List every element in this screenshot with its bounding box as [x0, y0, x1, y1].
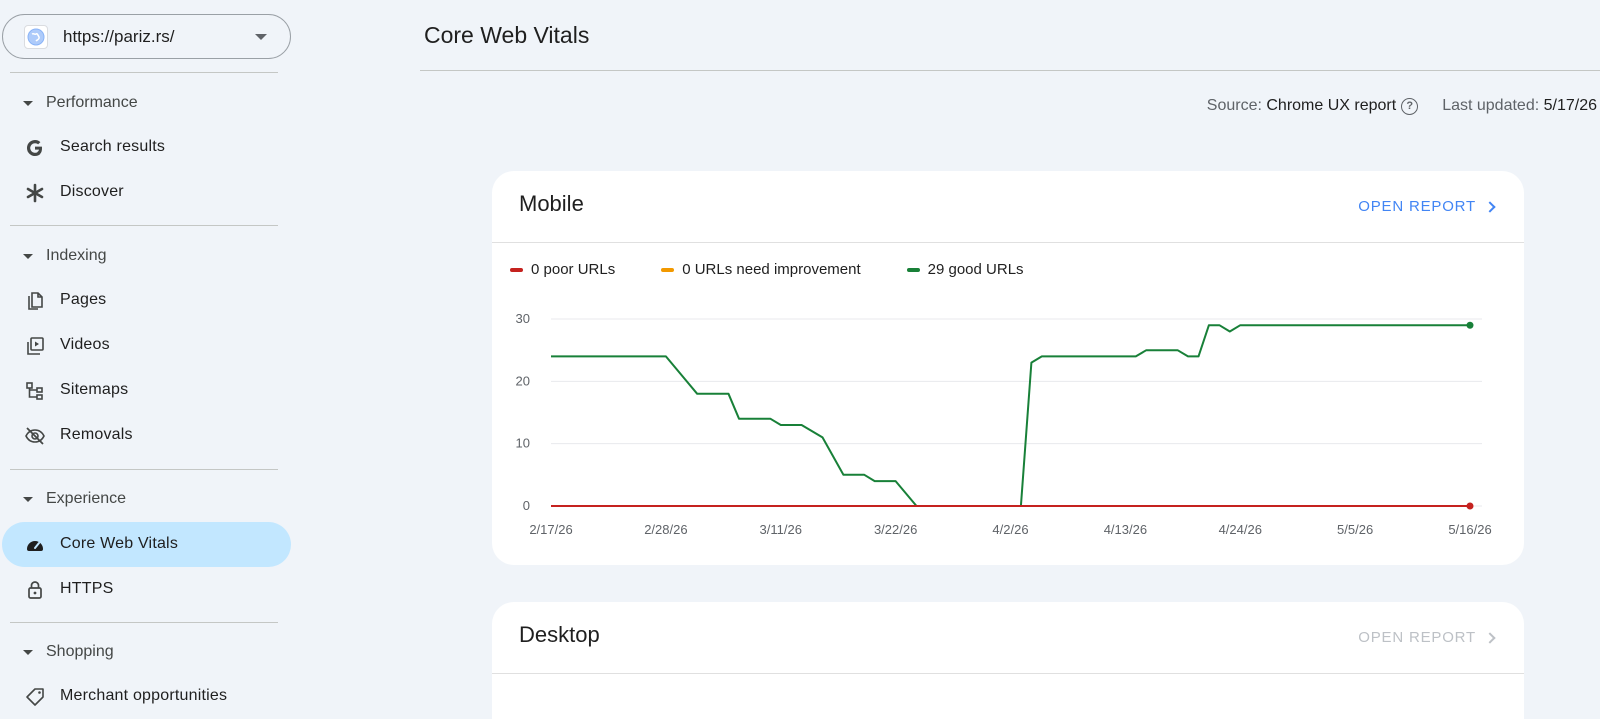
caret-down-icon: [23, 649, 33, 655]
sidebar-item-label: HTTPS: [60, 580, 114, 597]
divider: [10, 622, 278, 623]
section-experience[interactable]: Experience: [23, 487, 126, 511]
sidebar-item-label: Pages: [60, 291, 107, 308]
pages-icon: [23, 289, 47, 313]
legend-label: 0 poor URLs: [531, 261, 616, 278]
speedometer-icon: [23, 533, 47, 557]
sidebar-item-label: Sitemaps: [60, 381, 129, 398]
x-tick-label: 3/22/26: [874, 522, 917, 537]
sidebar-item-https[interactable]: HTTPS: [2, 567, 291, 612]
x-tick-label: 5/5/26: [1337, 522, 1373, 537]
divider: [492, 673, 1524, 674]
globe-icon: [24, 25, 48, 49]
section-label: Indexing: [46, 247, 107, 264]
card-title: Mobile: [519, 191, 584, 216]
caret-down-icon: [23, 496, 33, 502]
eye-off-icon: [23, 424, 47, 448]
series-end-point: [1466, 321, 1474, 329]
x-tick-label: 5/16/26: [1448, 522, 1491, 537]
chevron-down-icon: [255, 34, 267, 40]
open-report-button[interactable]: OPEN REPORT: [1358, 198, 1496, 215]
series-line: [551, 324, 1470, 507]
x-tick-label: 2/28/26: [644, 522, 687, 537]
core-web-vitals-chart[interactable]: 0 10 20 30 2/17/26 2/28/26 3/11/26 3/22/26 4/2/2…: [492, 301, 1524, 565]
chevron-right-icon: [1484, 631, 1496, 644]
property-selector[interactable]: https://pariz.rs/: [2, 14, 291, 59]
open-report-label: OPEN REPORT: [1358, 198, 1476, 215]
tag-icon: [23, 685, 47, 709]
section-shopping[interactable]: Shopping: [23, 640, 114, 664]
x-tick-label: 4/13/26: [1104, 522, 1147, 537]
legend-item-needs-improvement[interactable]: 0 URLs need improvement: [661, 261, 861, 278]
open-report-button: OPEN REPORT: [1358, 629, 1496, 646]
sidebar-item-discover[interactable]: Discover: [2, 170, 291, 215]
source-value: Chrome UX report: [1266, 97, 1397, 114]
sidebar-item-removals[interactable]: Removals: [2, 413, 291, 458]
updated-label: Last updated:: [1442, 97, 1540, 114]
divider: [10, 469, 278, 470]
sidebar-item-label: Discover: [60, 183, 124, 200]
sidebar-item-merchant-opportunities[interactable]: Merchant opportunities: [2, 674, 291, 719]
y-tick-label: 0: [523, 498, 530, 513]
x-tick-label: 4/24/26: [1219, 522, 1262, 537]
videos-icon: [23, 334, 47, 358]
x-tick-label: 4/2/26: [992, 522, 1028, 537]
desktop-card: Desktop OPEN REPORT: [492, 602, 1524, 719]
section-label: Shopping: [46, 643, 114, 660]
asterisk-icon: [23, 181, 47, 205]
lock-icon: [23, 578, 47, 602]
sidebar-item-videos[interactable]: Videos: [2, 323, 291, 368]
card-title: Desktop: [519, 622, 600, 647]
caret-down-icon: [23, 100, 33, 106]
x-tick-label: 3/11/26: [760, 522, 802, 537]
divider: [420, 70, 1600, 71]
sidebar-item-sitemaps[interactable]: Sitemaps: [2, 368, 291, 413]
caret-down-icon: [23, 253, 33, 259]
y-tick-label: 30: [516, 311, 530, 326]
x-tick-label: 2/17/26: [529, 522, 572, 537]
legend-swatch: [510, 267, 523, 272]
mobile-card: Mobile OPEN REPORT 0 poor URLs 0 URLs ne…: [492, 171, 1524, 565]
legend-swatch: [906, 267, 920, 272]
legend-item-good[interactable]: 29 good URLs: [906, 261, 1024, 278]
legend-swatch: [661, 267, 675, 272]
sidebar-item-label: Videos: [60, 336, 110, 353]
divider: [10, 72, 278, 73]
section-performance[interactable]: Performance: [23, 91, 138, 115]
section-indexing[interactable]: Indexing: [23, 244, 107, 268]
y-tick-label: 20: [516, 373, 530, 388]
sidebar-item-pages[interactable]: Pages: [2, 278, 291, 323]
google-g-icon: [23, 136, 47, 160]
series-end-point: [1466, 502, 1474, 510]
legend-label: 29 good URLs: [927, 261, 1024, 278]
updated-value: 5/17/26: [1543, 97, 1597, 114]
source-label: Source:: [1206, 97, 1262, 114]
sidebar-item-label: Removals: [60, 426, 133, 443]
section-label: Experience: [46, 490, 127, 507]
y-tick-label: 10: [516, 436, 530, 451]
divider: [10, 225, 278, 226]
legend-item-poor[interactable]: 0 poor URLs: [510, 261, 615, 278]
property-url: https://pariz.rs/: [63, 27, 175, 46]
help-icon[interactable]: ?: [1401, 97, 1419, 115]
chevron-right-icon: [1484, 200, 1496, 213]
divider: [492, 242, 1524, 243]
sidebar-item-search-results[interactable]: Search results: [2, 125, 291, 170]
legend-label: 0 URLs need improvement: [682, 261, 861, 278]
sidebar-item-label: Search results: [60, 138, 166, 155]
sidebar-item-label: Core Web Vitals: [60, 535, 179, 552]
open-report-label: OPEN REPORT: [1358, 629, 1476, 646]
sidebar: https://pariz.rs/ Performance Search res…: [0, 0, 300, 719]
page-title: Core Web Vitals: [424, 22, 590, 48]
section-label: Performance: [46, 94, 138, 111]
chart-legend: 0 poor URLs 0 URLs need improvement 29 g…: [510, 261, 1070, 278]
sidebar-item-label: Merchant opportunities: [60, 687, 228, 704]
sitemaps-icon: [23, 379, 47, 403]
report-meta: Source: Chrome UX report ? Last updated:…: [1207, 97, 1597, 115]
sidebar-item-core-web-vitals[interactable]: Core Web Vitals: [2, 522, 291, 567]
